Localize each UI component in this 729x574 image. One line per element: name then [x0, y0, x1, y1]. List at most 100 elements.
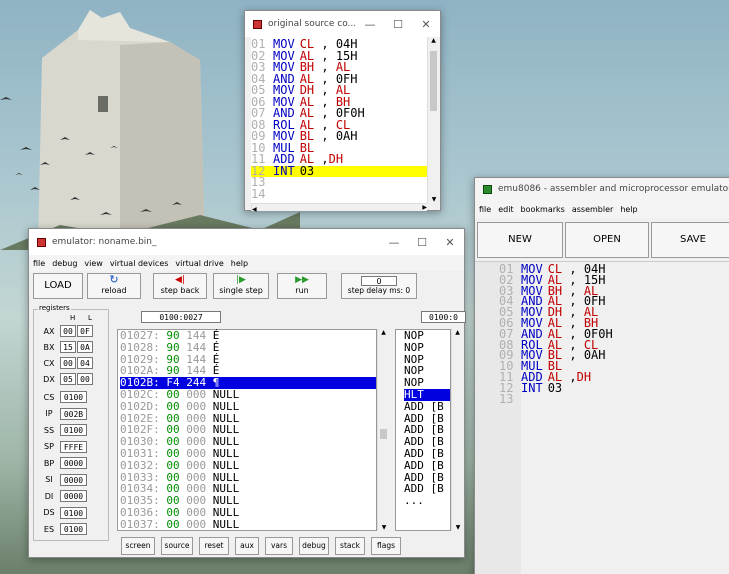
disasm-row[interactable]: ADD [B	[404, 413, 450, 425]
memory-address-field[interactable]: 0100:0027	[141, 311, 221, 323]
reset-button[interactable]: reset	[199, 537, 229, 555]
operand-b: 0AH	[335, 129, 358, 143]
emulator-titlebar[interactable]: emulator: noname.bin_ — ☐ ✕	[29, 229, 464, 255]
register-value[interactable]: FFFE	[60, 440, 87, 453]
disasm-row[interactable]: NOP	[404, 365, 450, 377]
step-back-button[interactable]: ◀| step back	[153, 273, 207, 299]
editor-menubar: file edit bookmarks assembler help	[475, 200, 729, 218]
register-name: DX	[43, 374, 55, 384]
registers-label: registers	[38, 304, 71, 312]
register-value[interactable]: 0100	[60, 424, 87, 436]
operand-b: 0AH	[583, 348, 606, 363]
aux-button[interactable]: aux	[235, 537, 259, 555]
register-low-byte[interactable]: 0F	[77, 325, 93, 337]
reload-icon: ↻	[109, 273, 119, 286]
source-button[interactable]: source	[161, 537, 193, 555]
disasm-row[interactable]: ADD [B	[404, 424, 450, 436]
source-titlebar[interactable]: original source co... — ☐ ✕	[245, 11, 440, 37]
close-icon[interactable]: ✕	[436, 236, 464, 249]
disasm-row[interactable]: NOP	[404, 330, 450, 342]
disasm-vscrollbar[interactable]: ▲ ▼	[451, 329, 463, 531]
disasm-row[interactable]: ...	[404, 495, 450, 507]
register-value[interactable]: 0000	[60, 490, 87, 502]
register-value[interactable]: 002B	[60, 407, 87, 420]
register-low-byte[interactable]: 04	[77, 357, 93, 369]
memory-view[interactable]: 01027: 90 144 É 01028: 90 144 É 01029: 90 …	[117, 329, 377, 531]
scroll-up-icon[interactable]: ▲	[452, 329, 463, 336]
step-delay-input[interactable]: 0	[361, 276, 397, 286]
load-button[interactable]: LOAD	[33, 273, 83, 299]
reload-button[interactable]: ↻ reload	[87, 273, 141, 299]
close-icon[interactable]: ✕	[412, 18, 440, 31]
scroll-down-icon[interactable]: ▼	[428, 196, 440, 203]
vars-button[interactable]: vars	[265, 537, 293, 555]
disasm-row[interactable]: HLT	[404, 388, 450, 401]
maximize-icon[interactable]: ☐	[408, 236, 436, 249]
disasm-row[interactable]: NOP	[404, 342, 450, 354]
disasm-row[interactable]: NOP	[404, 354, 450, 366]
stack-button[interactable]: stack	[335, 537, 365, 555]
menu-help[interactable]: help	[231, 259, 248, 268]
register-high-byte[interactable]: 15	[60, 341, 76, 353]
run-button[interactable]: ▶▶ run	[277, 273, 327, 299]
save-button[interactable]: SAVE	[651, 222, 729, 258]
app-icon	[253, 19, 262, 29]
memory-dec: 000	[186, 517, 207, 531]
memory-row[interactable]: 01037: 00 000 NULL	[120, 517, 376, 531]
memory-vscrollbar[interactable]: ▲ ▼	[377, 329, 389, 531]
scroll-thumb[interactable]	[430, 51, 437, 111]
menu-view[interactable]: view	[84, 259, 102, 268]
menu-help[interactable]: help	[620, 205, 637, 214]
source-code-view[interactable]: 01 MOV CL , 04H 02 MOV AL , 15H 03 MOV BH , AL 04…	[251, 37, 427, 203]
menu-assembler[interactable]: assembler	[572, 205, 613, 214]
register-value[interactable]: 0000	[60, 457, 87, 469]
maximize-icon[interactable]: ☐	[384, 18, 412, 31]
menu-file[interactable]: file	[33, 259, 45, 268]
scroll-up-icon[interactable]: ▲	[428, 37, 439, 44]
menu-bookmarks[interactable]: bookmarks	[521, 205, 565, 214]
minimize-icon[interactable]: —	[356, 18, 384, 31]
disasm-address-field[interactable]: 0100:0	[421, 311, 466, 323]
scroll-down-icon[interactable]: ▼	[378, 524, 390, 531]
menu-virtual-drive[interactable]: virtual drive	[175, 259, 223, 268]
menu-debug[interactable]: debug	[52, 259, 77, 268]
register-value[interactable]: 0100	[60, 506, 87, 519]
registers-panel: registers H L AX 00 0F BX 15 0A CX 00 04 DX 05 00 C…	[33, 304, 109, 541]
source-vscrollbar[interactable]: ▲ ▼	[427, 37, 439, 203]
register-high-byte[interactable]: 00	[60, 357, 76, 369]
flags-button[interactable]: flags	[371, 537, 401, 555]
disasm-row[interactable]: ADD [B	[404, 401, 450, 413]
menu-edit[interactable]: edit	[498, 205, 513, 214]
disasm-row[interactable]: ADD [B	[404, 448, 450, 460]
register-ax: AX 00 0F	[38, 324, 94, 338]
scroll-left-icon[interactable]: ◀	[252, 206, 257, 213]
disasm-row[interactable]: NOP	[404, 377, 450, 389]
editor-code-view[interactable]: 01 MOV CL , 04H 02 MOV AL , 15H 03 MOV BH , AL 04…	[499, 262, 715, 574]
open-button[interactable]: OPEN	[565, 222, 649, 258]
register-value[interactable]: 0100	[60, 391, 87, 403]
disasm-row[interactable]: ADD [B	[404, 483, 450, 495]
single-step-button[interactable]: |▶ single step	[213, 273, 269, 299]
disasm-row[interactable]: ADD [B	[404, 460, 450, 472]
disasm-row[interactable]: ADD [B	[404, 472, 450, 484]
register-low-byte[interactable]: 00	[77, 373, 93, 385]
scroll-right-icon[interactable]: ▶	[422, 204, 427, 211]
scroll-up-icon[interactable]: ▲	[378, 329, 389, 336]
minimize-icon[interactable]: —	[380, 236, 408, 249]
menu-file[interactable]: file	[479, 205, 491, 214]
scroll-down-icon[interactable]: ▼	[452, 524, 464, 531]
register-high-byte[interactable]: 05	[60, 373, 76, 385]
menu-virtual-devices[interactable]: virtual devices	[110, 259, 169, 268]
debug-button[interactable]: debug	[299, 537, 329, 555]
screen-button[interactable]: screen	[121, 537, 155, 555]
scroll-thumb[interactable]	[380, 429, 387, 439]
editor-title: emu8086 - assembler and microprocessor e…	[498, 184, 729, 194]
register-value[interactable]: 0000	[60, 473, 87, 486]
register-high-byte[interactable]: 00	[60, 325, 76, 337]
register-low-byte[interactable]: 0A	[77, 341, 93, 353]
source-hscrollbar[interactable]: ◀ ▶	[251, 203, 427, 213]
disasm-view[interactable]: NOP NOP NOP NOP NOP HLT ADD [B ADD [B ADD [B ADD …	[395, 329, 451, 531]
editor-titlebar[interactable]: emu8086 - assembler and microprocessor e…	[475, 178, 729, 200]
disasm-row[interactable]: ADD [B	[404, 436, 450, 448]
new-button[interactable]: NEW	[477, 222, 563, 258]
